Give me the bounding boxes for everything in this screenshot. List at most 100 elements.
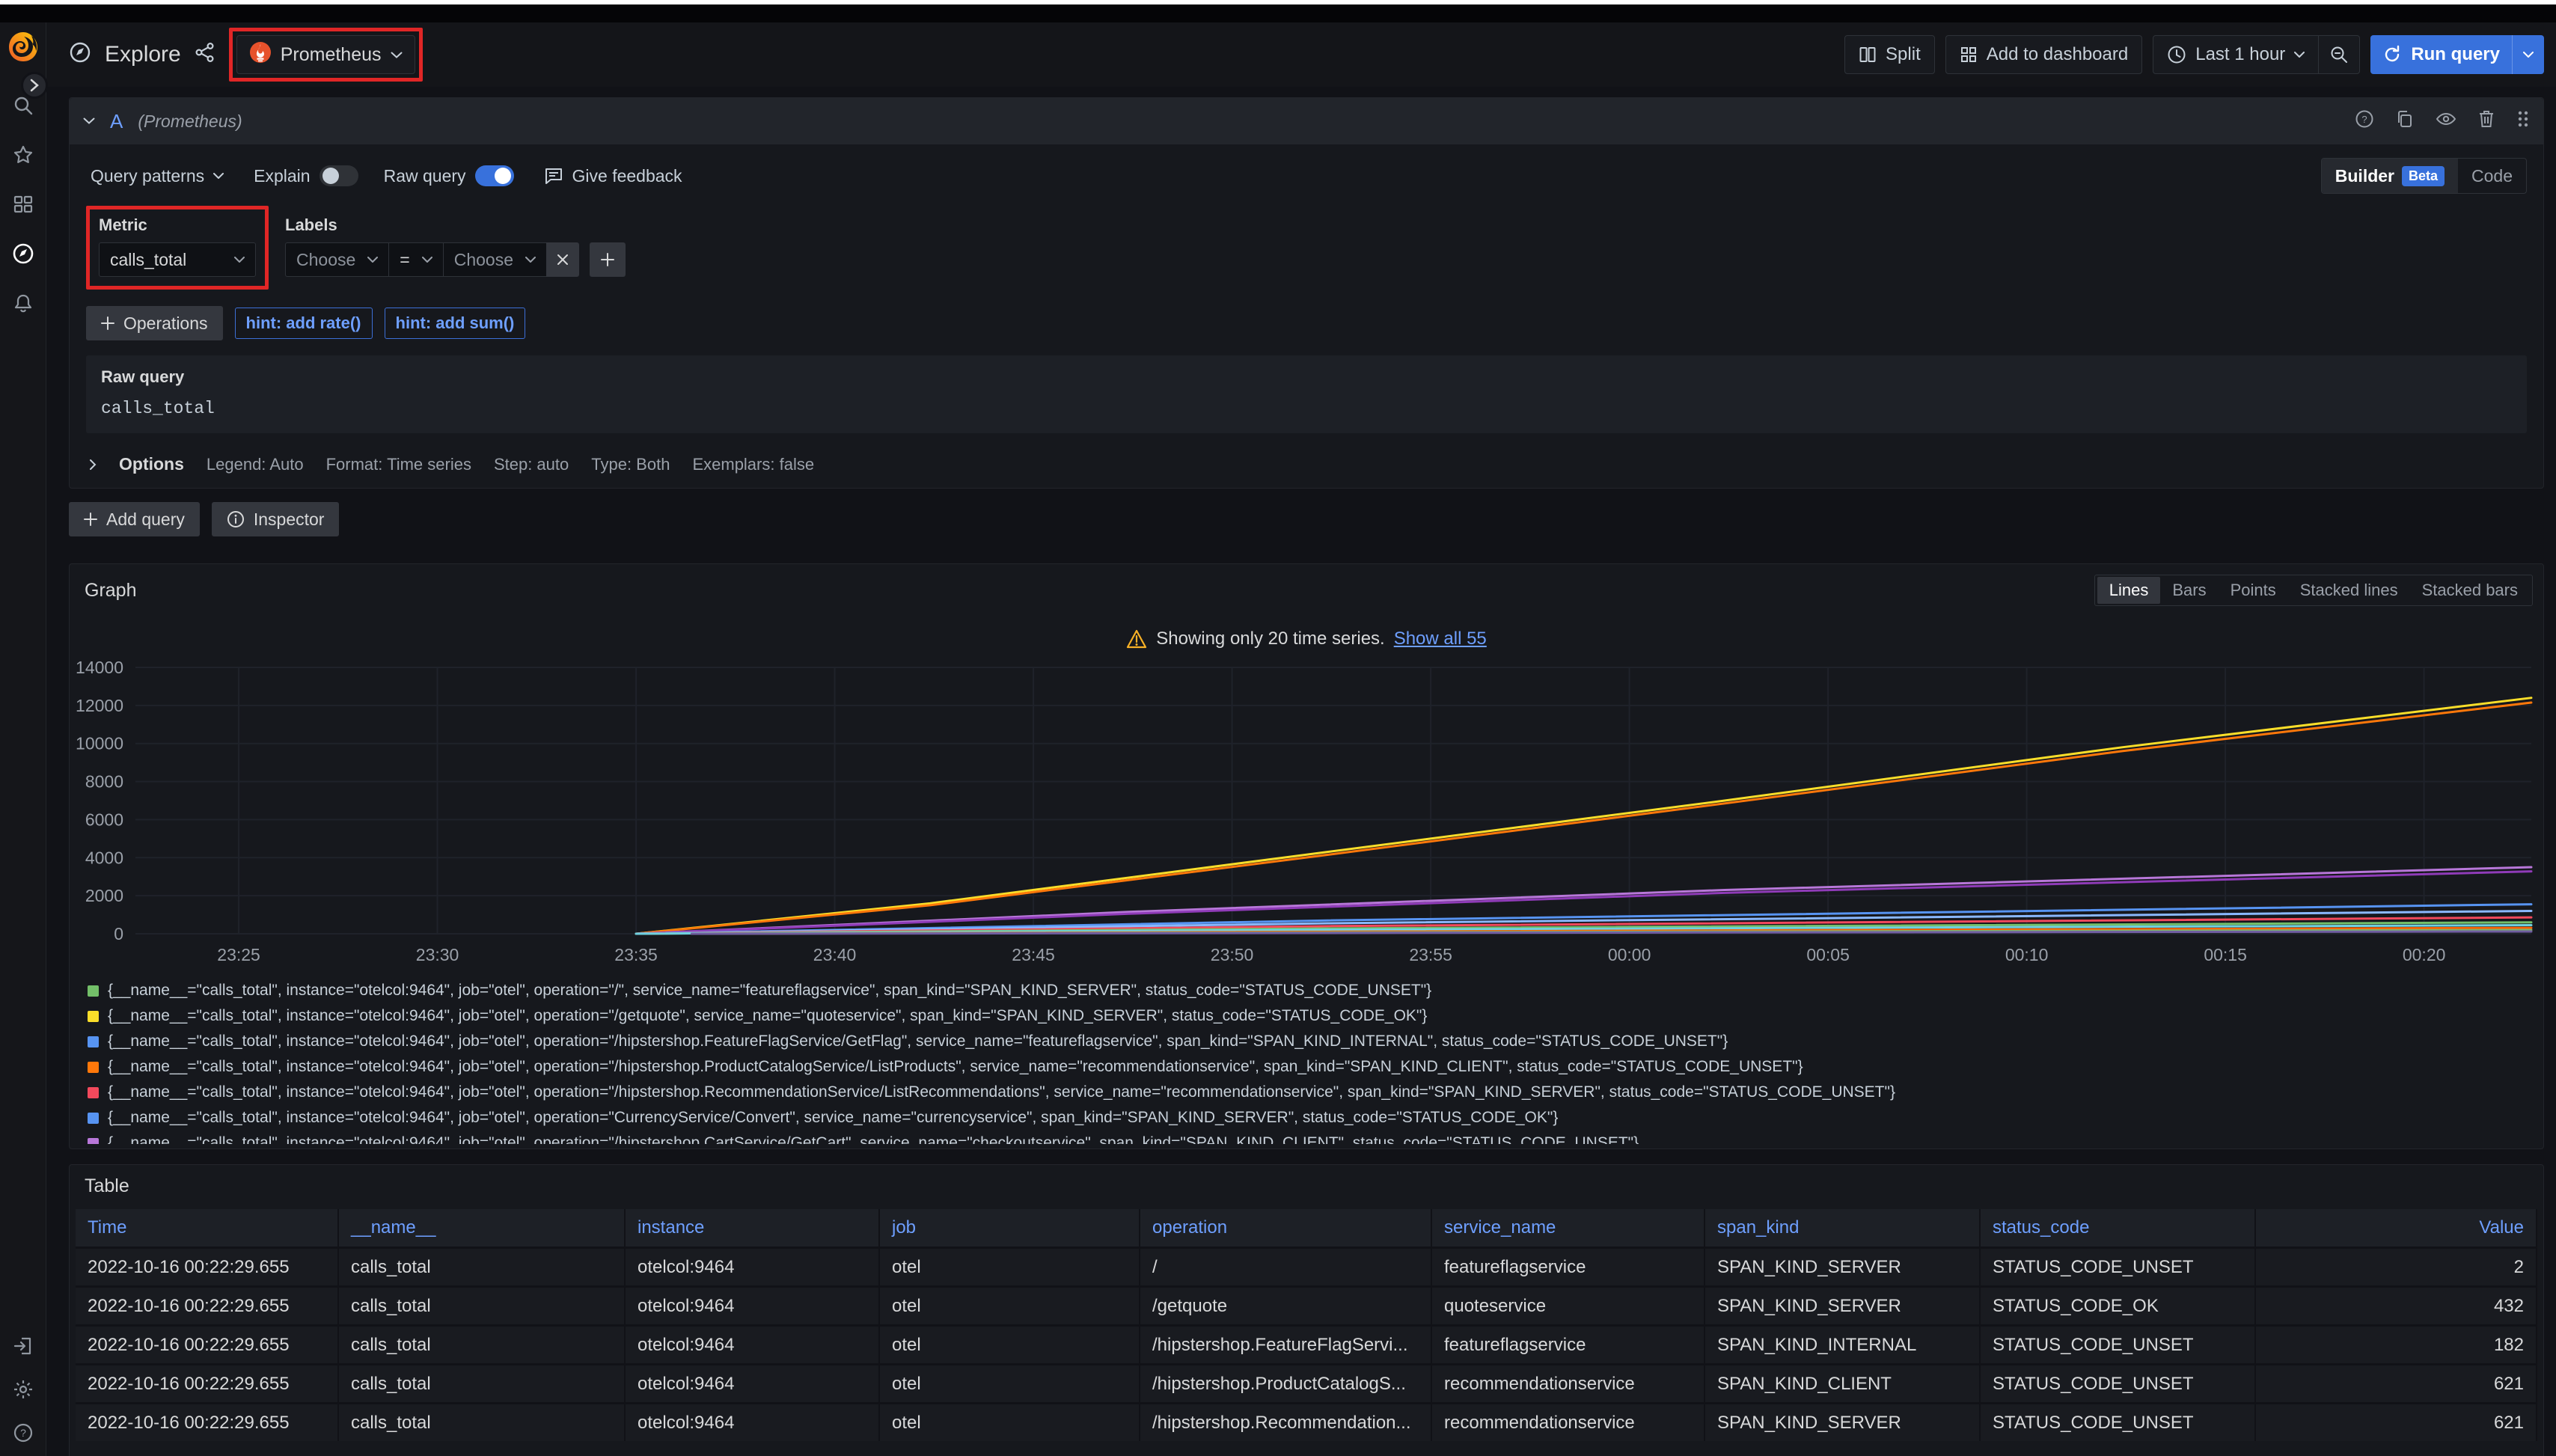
- label-operator-value: =: [400, 250, 409, 270]
- svg-text:2000: 2000: [85, 886, 123, 905]
- mode-lines[interactable]: Lines: [2097, 577, 2161, 604]
- give-feedback-button[interactable]: Give feedback: [539, 165, 687, 187]
- table-cell: 621: [2256, 1402, 2537, 1441]
- table-header-cell[interactable]: operation: [1140, 1209, 1432, 1247]
- browser-chrome-strip: [0, 4, 2556, 22]
- query-options-row[interactable]: Options Legend: Auto Format: Time series…: [86, 445, 2527, 477]
- legend-item[interactable]: {__name__="calls_total", instance="otelc…: [88, 1003, 2543, 1029]
- label-value-select[interactable]: Choose: [443, 242, 546, 277]
- table-cell: otel: [880, 1285, 1140, 1324]
- show-all-series-link[interactable]: Show all 55: [1394, 628, 1487, 649]
- dashboard-grid-icon: [1960, 46, 1978, 64]
- zoom-out-button[interactable]: [2319, 35, 2360, 74]
- dashboards-icon[interactable]: [12, 193, 34, 215]
- split-label: Split: [1886, 44, 1921, 65]
- table-header-cell[interactable]: status_code: [1981, 1209, 2256, 1247]
- remove-query-trash-icon[interactable]: [2477, 109, 2495, 134]
- label-key-select[interactable]: Choose: [285, 242, 388, 277]
- chevron-down-icon: [422, 257, 432, 263]
- chart-legend: {__name__="calls_total", instance="otelc…: [88, 978, 2543, 1144]
- legend-label: {__name__="calls_total", instance="otelc…: [108, 1083, 1895, 1101]
- explore-icon[interactable]: [12, 242, 34, 265]
- raw-query-value: calls_total: [101, 399, 215, 418]
- mode-stacked-lines[interactable]: Stacked lines: [2288, 577, 2410, 604]
- explain-toggle[interactable]: [320, 165, 358, 186]
- sidebar-expand-button[interactable]: [21, 72, 48, 99]
- hide-response-eye-icon[interactable]: [2436, 109, 2456, 134]
- table-cell: calls_total: [339, 1324, 626, 1363]
- table-cell: otelcol:9464: [626, 1285, 880, 1324]
- table-cell: calls_total: [339, 1363, 626, 1402]
- raw-query-toggle[interactable]: [475, 165, 514, 186]
- add-to-dashboard-button[interactable]: Add to dashboard: [1945, 35, 2142, 74]
- builder-mode-button[interactable]: Builder Beta: [2322, 159, 2458, 193]
- legend-item[interactable]: {__name__="calls_total", instance="otelc…: [88, 1131, 2543, 1144]
- table-cell: recommendationservice: [1432, 1363, 1705, 1402]
- table-cell: 182: [2256, 1324, 2537, 1363]
- svg-text:8000: 8000: [85, 772, 123, 792]
- alerting-bell-icon[interactable]: [12, 292, 34, 314]
- legend-item[interactable]: {__name__="calls_total", instance="otelc…: [88, 978, 2543, 1003]
- query-patterns-dropdown[interactable]: Query patterns: [86, 165, 228, 187]
- sign-in-icon[interactable]: [12, 1335, 34, 1357]
- share-icon[interactable]: [195, 42, 215, 68]
- add-to-dashboard-label: Add to dashboard: [1987, 44, 2128, 65]
- query-actions-row: Add query Inspector: [69, 502, 2544, 536]
- query-toolbar: Query patterns Explain Raw query: [86, 158, 2527, 194]
- refresh-icon: [2370, 45, 2405, 64]
- legend-item[interactable]: {__name__="calls_total", instance="otelc…: [88, 1080, 2543, 1105]
- give-feedback-label: Give feedback: [572, 166, 682, 186]
- table-cell: otel: [880, 1402, 1140, 1441]
- inspector-button[interactable]: Inspector: [212, 502, 340, 536]
- add-query-button[interactable]: Add query: [69, 502, 200, 536]
- svg-text:00:15: 00:15: [2204, 945, 2247, 964]
- table-cell: STATUS_CODE_UNSET: [1981, 1247, 2256, 1285]
- run-query-dropdown[interactable]: [2512, 35, 2544, 74]
- duplicate-query-icon[interactable]: [2395, 109, 2415, 134]
- table-header-cell[interactable]: job: [880, 1209, 1140, 1247]
- hint-add-sum-button[interactable]: hint: add sum(): [385, 308, 526, 339]
- add-operations-button[interactable]: Operations: [86, 306, 223, 340]
- table-header-cell[interactable]: Value: [2256, 1209, 2537, 1247]
- settings-gear-icon[interactable]: [12, 1378, 34, 1401]
- mode-bars[interactable]: Bars: [2160, 577, 2218, 604]
- table-header-cell[interactable]: instance: [626, 1209, 880, 1247]
- mode-points[interactable]: Points: [2219, 577, 2288, 604]
- split-button[interactable]: Split: [1844, 35, 1935, 74]
- time-range-picker[interactable]: Last 1 hour: [2153, 35, 2319, 74]
- svg-text:?: ?: [20, 1427, 26, 1439]
- legend-item[interactable]: {__name__="calls_total", instance="otelc…: [88, 1105, 2543, 1131]
- grafana-logo[interactable]: [6, 30, 40, 64]
- option-type: Type: Both: [591, 455, 670, 474]
- time-series-chart[interactable]: 0200040006000800010000120001400023:2523:…: [76, 655, 2537, 973]
- table-cell: otelcol:9464: [626, 1247, 880, 1285]
- code-mode-button[interactable]: Code: [2458, 159, 2526, 193]
- remove-label-filter-button[interactable]: [546, 242, 579, 277]
- mode-stacked-bars[interactable]: Stacked bars: [2410, 577, 2530, 604]
- metric-select[interactable]: calls_total: [99, 242, 256, 277]
- sidebar: ?: [0, 22, 46, 1456]
- help-icon[interactable]: ?: [12, 1422, 34, 1444]
- starred-icon[interactable]: [12, 144, 34, 166]
- table-header-cell[interactable]: span_kind: [1705, 1209, 1981, 1247]
- query-help-icon[interactable]: ?: [2355, 109, 2374, 134]
- collapse-chevron-icon[interactable]: [83, 117, 95, 125]
- label-operator-select[interactable]: =: [388, 242, 442, 277]
- table-cell: calls_total: [339, 1402, 626, 1441]
- query-row-header[interactable]: A (Prometheus) ?: [70, 98, 2543, 144]
- legend-item[interactable]: {__name__="calls_total", instance="otelc…: [88, 1029, 2543, 1054]
- legend-item[interactable]: {__name__="calls_total", instance="otelc…: [88, 1054, 2543, 1080]
- datasource-picker[interactable]: Prometheus: [236, 35, 415, 74]
- table-header-cell[interactable]: Time: [76, 1209, 339, 1247]
- svg-text:23:55: 23:55: [1409, 945, 1452, 964]
- svg-text:00:00: 00:00: [1608, 945, 1651, 964]
- table-header-cell[interactable]: __name__: [339, 1209, 626, 1247]
- table-header-cell[interactable]: service_name: [1432, 1209, 1705, 1247]
- run-query-button[interactable]: Run query: [2370, 35, 2544, 74]
- add-label-filter-button[interactable]: [590, 242, 626, 277]
- table-cell: /hipstershop.Recommendation...: [1140, 1402, 1432, 1441]
- svg-text:00:05: 00:05: [1806, 945, 1850, 964]
- drag-handle-icon[interactable]: [2516, 109, 2530, 134]
- label-key-placeholder: Choose: [296, 250, 355, 270]
- hint-add-rate-button[interactable]: hint: add rate(): [235, 308, 373, 339]
